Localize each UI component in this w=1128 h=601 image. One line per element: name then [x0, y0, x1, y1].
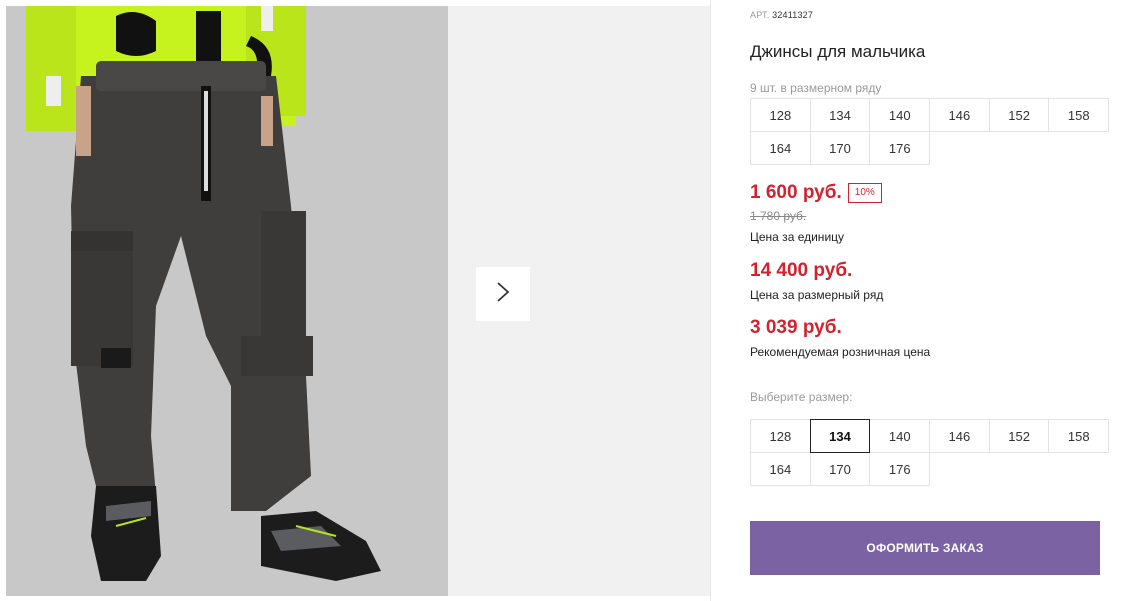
size-option[interactable]: 128	[750, 419, 811, 453]
panel-divider	[710, 0, 711, 601]
rrp-price-label: Рекомендуемая розничная цена	[750, 345, 931, 359]
size-cell: 158	[1048, 98, 1110, 132]
product-gallery	[6, 6, 710, 596]
size-option[interactable]: 164	[750, 452, 811, 486]
old-price: 1 780 руб.	[750, 209, 807, 223]
product-info-panel: АРТ. 32411327 Джинсы для мальчика 9 шт. …	[750, 0, 1110, 601]
size-option[interactable]: 158	[1048, 419, 1110, 453]
unit-price: 1 600 руб.	[750, 182, 842, 203]
product-title: Джинсы для мальчика	[750, 42, 926, 61]
size-option[interactable]: 140	[869, 419, 931, 453]
next-slide-button[interactable]	[476, 267, 530, 321]
unit-price-label: Цена за единицу	[750, 230, 845, 244]
unit-price-line: 1 600 руб. 10%	[750, 182, 882, 204]
size-row-grid: 128 134 140 146 152 158 164 170 176	[750, 98, 1110, 165]
size-cell: 128	[750, 98, 811, 132]
place-order-button[interactable]: ОФОРМИТЬ ЗАКАЗ	[750, 521, 1100, 575]
article-value: 32411327	[772, 10, 814, 20]
chevron-right-icon	[496, 281, 510, 308]
product-photo[interactable]	[6, 6, 448, 596]
size-cell: 146	[929, 98, 990, 132]
size-option[interactable]: 170	[809, 452, 871, 486]
rrp-price: 3 039 руб.	[750, 317, 842, 338]
size-cell: 140	[869, 98, 931, 132]
size-cell: 134	[809, 98, 871, 132]
size-option[interactable]: 176	[869, 452, 931, 486]
size-cell: 170	[809, 131, 871, 165]
size-row-caption: 9 шт. в размерном ряду	[750, 81, 882, 95]
discount-badge: 10%	[847, 183, 882, 203]
size-select-grid: 128 134 140 146 152 158 164 170 176	[750, 419, 1110, 486]
size-cell: 152	[988, 98, 1050, 132]
article-label: АРТ.	[750, 10, 770, 20]
size-option[interactable]: 146	[929, 419, 990, 453]
row-price-label: Цена за размерный ряд	[750, 288, 884, 302]
article-number: АРТ. 32411327	[750, 10, 813, 20]
size-option[interactable]: 134	[809, 419, 871, 453]
row-price: 14 400 руб.	[750, 260, 853, 281]
size-cell: 164	[750, 131, 811, 165]
choose-size-caption: Выберите размер:	[750, 390, 853, 404]
size-cell: 176	[869, 131, 931, 165]
size-option[interactable]: 152	[988, 419, 1050, 453]
